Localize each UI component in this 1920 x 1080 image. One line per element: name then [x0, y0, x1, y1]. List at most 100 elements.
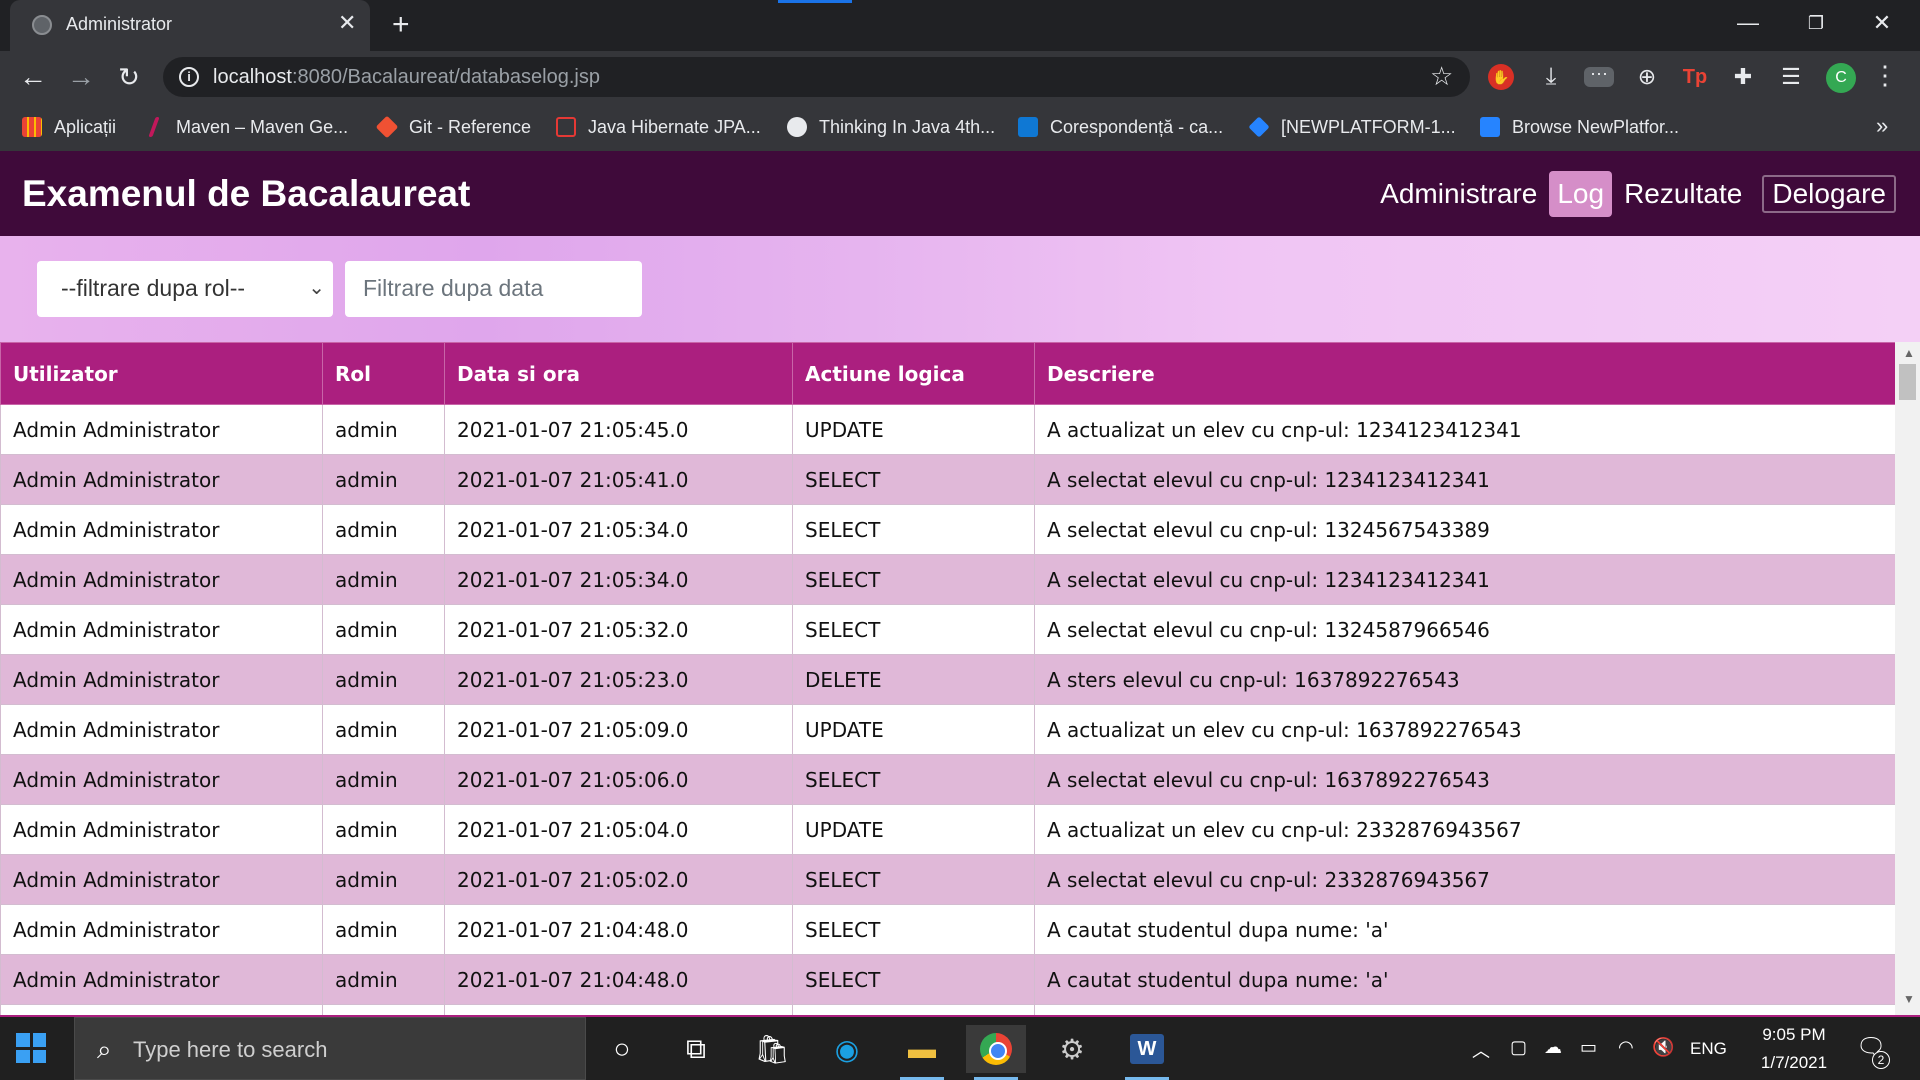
tray-expand-chevron-icon[interactable]: ︿: [1472, 1037, 1490, 1063]
cell-data-si-ora: 2021-01-07 21:04:48.0: [444, 954, 793, 1005]
role-filter-select[interactable]: --filtrare dupa rol-- ⌄: [37, 261, 333, 317]
edge-icon[interactable]: ◉: [817, 1025, 877, 1073]
url-text[interactable]: localhost:8080/Bacalaureat/databaselog.j…: [213, 66, 600, 89]
bookmarks-bar: Aplicații Maven – Maven Ge... Git - Refe…: [0, 103, 1920, 151]
bookmark-star-icon[interactable]: ☆: [1430, 61, 1453, 92]
cell-rol: admin: [322, 804, 445, 855]
cell-actiune-logica: SELECT: [792, 454, 1035, 505]
notification-count-badge: 2: [1872, 1051, 1890, 1069]
battery-icon[interactable]: ▭: [1580, 1037, 1597, 1058]
taskbar-search-box[interactable]: ⌕ Type here to search: [74, 1017, 586, 1080]
new-tab-button[interactable]: +: [392, 8, 410, 42]
download-icon[interactable]: ⤓: [1536, 62, 1566, 92]
cell-actiune-logica: UPDATE: [792, 404, 1035, 455]
wifi-icon[interactable]: ◠: [1618, 1037, 1634, 1058]
chevron-down-icon: ⌄: [308, 277, 325, 299]
windows-taskbar: ⌕ Type here to search ○ ⧉ 🛍 ◉ ▬ ⚙ W ︿ ▢ …: [0, 1017, 1920, 1080]
apps-icon: [22, 117, 42, 137]
bookmark-git[interactable]: Git - Reference: [375, 115, 532, 139]
bookmarks-overflow-icon[interactable]: »: [1876, 113, 1888, 139]
windows-start-icon[interactable]: [16, 1033, 46, 1063]
bookmark-apps[interactable]: Aplicații: [22, 115, 116, 139]
git-icon: [375, 115, 399, 139]
settings-gear-icon[interactable]: ⚙: [1042, 1025, 1102, 1073]
address-bar[interactable]: i localhost:8080/Bacalaureat/databaselog…: [163, 57, 1470, 97]
cell-actiune-logica: SELECT: [792, 504, 1035, 555]
tp-extension-icon[interactable]: Tp: [1680, 62, 1710, 92]
word-icon[interactable]: W: [1117, 1025, 1177, 1080]
browser-menu-icon[interactable]: ⋮: [1872, 60, 1898, 91]
cell-utilizator: Admin Administrator: [0, 404, 323, 455]
column-header-actiune-logica: Actiune logica: [792, 342, 1035, 405]
cell-descriere: A selectat elevul cu cnp-ul: 23328769435…: [1034, 854, 1895, 905]
adblock-extension-icon[interactable]: ✋: [1488, 64, 1514, 90]
reading-list-icon[interactable]: ☰: [1776, 62, 1806, 92]
forward-arrow-icon[interactable]: →: [64, 60, 98, 94]
nav-log[interactable]: Log: [1549, 171, 1613, 217]
logout-button[interactable]: Delogare: [1762, 175, 1896, 213]
nav-administrare[interactable]: Administrare: [1372, 169, 1545, 219]
volume-muted-icon[interactable]: 🔇: [1652, 1037, 1674, 1058]
cortana-icon[interactable]: ○: [592, 1025, 652, 1073]
cell-rol: admin: [322, 754, 445, 805]
cell-actiune-logica: SELECT: [792, 854, 1035, 905]
main-nav: Administrare Log Rezultate Delogare: [1368, 169, 1896, 219]
store-icon[interactable]: 🛍: [742, 1025, 802, 1073]
cell-rol: admin: [322, 404, 445, 455]
bookmark-jira-board[interactable]: Browse NewPlatfor...: [1480, 115, 1679, 139]
page-scrollbar[interactable]: ▲ ▼: [1895, 342, 1920, 1017]
bookmark-jira[interactable]: [NEWPLATFORM-1...: [1248, 115, 1456, 139]
device-icon[interactable]: ▢: [1510, 1037, 1527, 1058]
app-header: Examenul de Bacalaureat Administrare Log…: [0, 151, 1920, 236]
back-arrow-icon[interactable]: ←: [16, 60, 50, 94]
bookmark-outlook[interactable]: Corespondență - ca...: [1018, 115, 1223, 139]
file-explorer-icon[interactable]: ▬: [892, 1025, 952, 1080]
clock-date[interactable]: 1/7/2021: [1744, 1053, 1844, 1073]
nav-rezultate[interactable]: Rezultate: [1616, 169, 1750, 219]
onedrive-icon[interactable]: ☁: [1544, 1037, 1562, 1058]
scroll-down-arrow-icon[interactable]: ▼: [1903, 992, 1915, 1006]
site-info-icon[interactable]: i: [179, 67, 199, 87]
extension-dots-icon[interactable]: ⋯: [1584, 65, 1614, 87]
cell-actiune-logica: SELECT: [792, 904, 1035, 955]
extensions-puzzle-icon[interactable]: ✚: [1728, 62, 1758, 92]
outlook-icon: [1018, 117, 1038, 137]
bookmark-label: Browse NewPlatfor...: [1512, 116, 1680, 137]
scroll-up-arrow-icon[interactable]: ▲: [1903, 346, 1915, 360]
cell-data-si-ora: 2021-01-07 21:05:04.0: [444, 804, 793, 855]
tab-close-icon[interactable]: ✕: [338, 10, 356, 36]
bookmark-label: Git - Reference: [409, 116, 532, 137]
bookmark-label: Corespondență - ca...: [1050, 116, 1224, 137]
table-row: Admin Administrator admin 2021-01-07 21:05…: [0, 504, 1895, 555]
browser-tab[interactable]: Administrator ✕: [10, 0, 370, 51]
table-row: Admin Administrator admin 2021-01-07 21:05…: [0, 404, 1895, 455]
bookmark-maven[interactable]: Maven – Maven Ge...: [148, 115, 348, 139]
chrome-icon[interactable]: [966, 1025, 1026, 1080]
minimize-window-button[interactable]: ―: [1718, 6, 1778, 40]
scrollbar-thumb[interactable]: [1899, 364, 1916, 400]
clock-time[interactable]: 9:05 PM: [1754, 1025, 1834, 1045]
date-filter-input[interactable]: Filtrare dupa data: [345, 261, 642, 317]
table-row: Admin Administrator admin 2021-01-07 21:05…: [0, 704, 1895, 755]
url-host: localhost: [213, 66, 292, 88]
cell-rol: admin: [322, 504, 445, 555]
cell-rol: admin: [322, 904, 445, 955]
bookmark-thinking-in-java[interactable]: Thinking In Java 4th...: [787, 115, 995, 139]
language-indicator[interactable]: ENG: [1690, 1039, 1727, 1059]
cell-actiune-logica: SELECT: [792, 954, 1035, 1005]
bookmark-java[interactable]: Java Hibernate JPA...: [556, 115, 761, 139]
restore-window-button[interactable]: ❐: [1786, 6, 1846, 40]
log-table-container: Utilizator Rol Data si ora Actiune logic…: [0, 342, 1895, 1017]
cell-data-si-ora: 2021-01-07 21:05:34.0: [444, 554, 793, 605]
column-header-data-si-ora: Data si ora: [444, 342, 793, 405]
cell-data-si-ora: 2021-01-07 21:05:06.0: [444, 754, 793, 805]
tab-favicon-icon: [32, 15, 52, 35]
reload-icon[interactable]: ↻: [112, 60, 146, 94]
task-view-icon[interactable]: ⧉: [666, 1025, 726, 1073]
cell-descriere: A actualizat un elev cu cnp-ul: 12341234…: [1034, 404, 1895, 455]
cell-rol: admin: [322, 554, 445, 605]
page-title: Examenul de Bacalaureat: [22, 173, 471, 214]
profile-avatar[interactable]: C: [1826, 63, 1856, 93]
close-window-button[interactable]: ✕: [1852, 6, 1912, 40]
translate-globe-icon[interactable]: ⊕: [1632, 62, 1662, 92]
